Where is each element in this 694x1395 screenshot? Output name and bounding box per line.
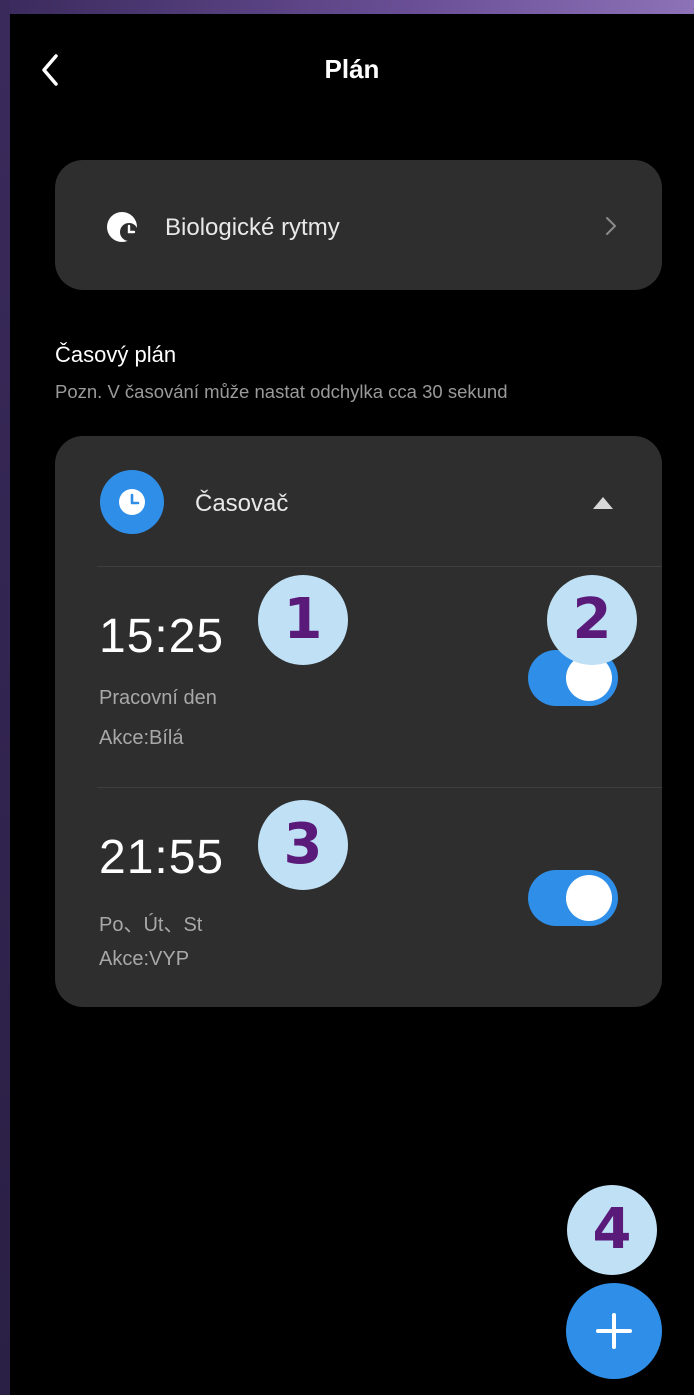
header: Plán xyxy=(10,14,694,124)
page-title: Plán xyxy=(324,54,380,84)
entry-time: 15:25 xyxy=(99,610,225,663)
toggle-knob xyxy=(566,875,612,921)
chevron-right-icon xyxy=(606,217,616,235)
schedule-title: Časový plán xyxy=(55,342,177,367)
annotation-badge: 4 xyxy=(567,1185,657,1275)
entry-action: Akce:VYP xyxy=(99,948,190,970)
biological-rhythm-icon xyxy=(107,212,138,242)
left-gradient-band xyxy=(0,0,10,1395)
annotation-badge: 3 xyxy=(258,800,348,890)
top-gradient-band xyxy=(0,0,694,14)
clock-icon xyxy=(100,470,164,534)
entry-time: 21:55 xyxy=(99,831,225,884)
biological-rhythms-label: Biologické rytmy xyxy=(165,214,340,241)
schedule-note: Pozn. V časování může nastat odchylka cc… xyxy=(55,381,508,402)
timer-label: Časovač xyxy=(195,490,289,517)
plus-icon-stroke xyxy=(612,1313,616,1349)
timer-card: Časovač 15:25 Pracovní den Akce:Bílá 21:… xyxy=(55,436,662,1007)
entry-toggle[interactable] xyxy=(528,870,618,926)
entry-action: Akce:Bílá xyxy=(99,727,184,749)
biological-rhythms-item[interactable]: Biologické rytmy xyxy=(55,160,662,290)
entry-days: Pracovní den xyxy=(99,687,217,709)
caret-up-icon[interactable] xyxy=(592,496,614,510)
annotation-badge: 2 xyxy=(547,575,637,665)
timer-header[interactable]: Časovač xyxy=(55,436,662,566)
entry-days: Po、Út、St xyxy=(99,914,203,936)
add-schedule-button[interactable] xyxy=(566,1283,662,1379)
annotation-badge: 1 xyxy=(258,575,348,665)
